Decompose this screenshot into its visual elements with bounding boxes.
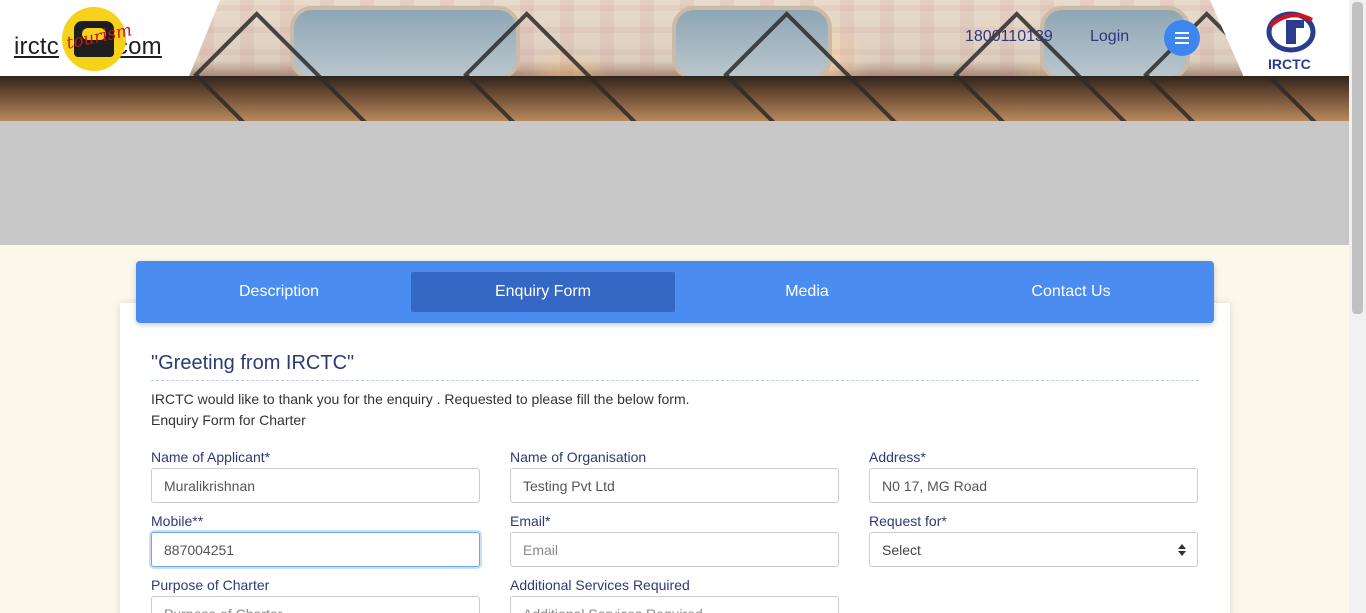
logo-prefix: irctc	[14, 33, 59, 60]
page-title: "Greeting from IRCTC"	[151, 352, 355, 374]
login-link[interactable]: Login	[1090, 28, 1129, 46]
tab-enquiry-form[interactable]: Enquiry Form	[411, 272, 675, 312]
purpose-of-charter-field[interactable]	[151, 596, 480, 613]
scrollbar-thumb[interactable]	[1352, 2, 1363, 314]
form-subtitle: Enquiry Form for Charter	[151, 412, 306, 428]
purpose-label: Purpose of Charter	[151, 577, 270, 593]
select-arrows-icon	[1178, 544, 1186, 556]
tab-media[interactable]: Media	[675, 272, 939, 312]
organisation-name-field[interactable]	[510, 468, 839, 503]
additional-services-field[interactable]	[510, 596, 839, 613]
address-field[interactable]	[869, 468, 1198, 503]
additional-services-label: Additional Services Required	[510, 577, 690, 593]
intro-text: IRCTC would like to thank you for the en…	[151, 391, 690, 407]
tab-description[interactable]: Description	[147, 272, 411, 312]
grey-band	[0, 121, 1349, 245]
mobile-field[interactable]	[151, 532, 480, 567]
tab-contact-us[interactable]: Contact Us	[939, 272, 1203, 312]
helpline-number[interactable]: 1800110139	[965, 28, 1053, 46]
request-for-select[interactable]: Select	[869, 532, 1198, 567]
hamburger-icon	[1175, 32, 1189, 44]
email-field[interactable]	[510, 532, 839, 567]
request-for-selected: Select	[882, 542, 921, 558]
email-label: Email*	[510, 513, 551, 529]
site-header: irctc .com tourism 1800110139 Login IRCTC	[0, 0, 1349, 76]
irctc-brand-label: IRCTC	[1268, 56, 1311, 72]
address-label: Address*	[869, 449, 926, 465]
title-divider	[151, 380, 1199, 381]
applicant-label: Name of Applicant*	[151, 449, 271, 465]
irctc-emblem-icon	[1266, 11, 1316, 53]
applicant-name-field[interactable]	[151, 468, 480, 503]
menu-button[interactable]	[1164, 20, 1200, 56]
request-for-label: Request for*	[869, 513, 947, 529]
tab-bar: Description Enquiry Form Media Contact U…	[136, 261, 1214, 323]
organisation-label: Name of Organisation	[510, 449, 647, 465]
page-scrollbar[interactable]	[1349, 0, 1366, 613]
mobile-label: Mobile**	[151, 513, 204, 529]
tourism-logo-icon: tourism	[62, 7, 134, 71]
